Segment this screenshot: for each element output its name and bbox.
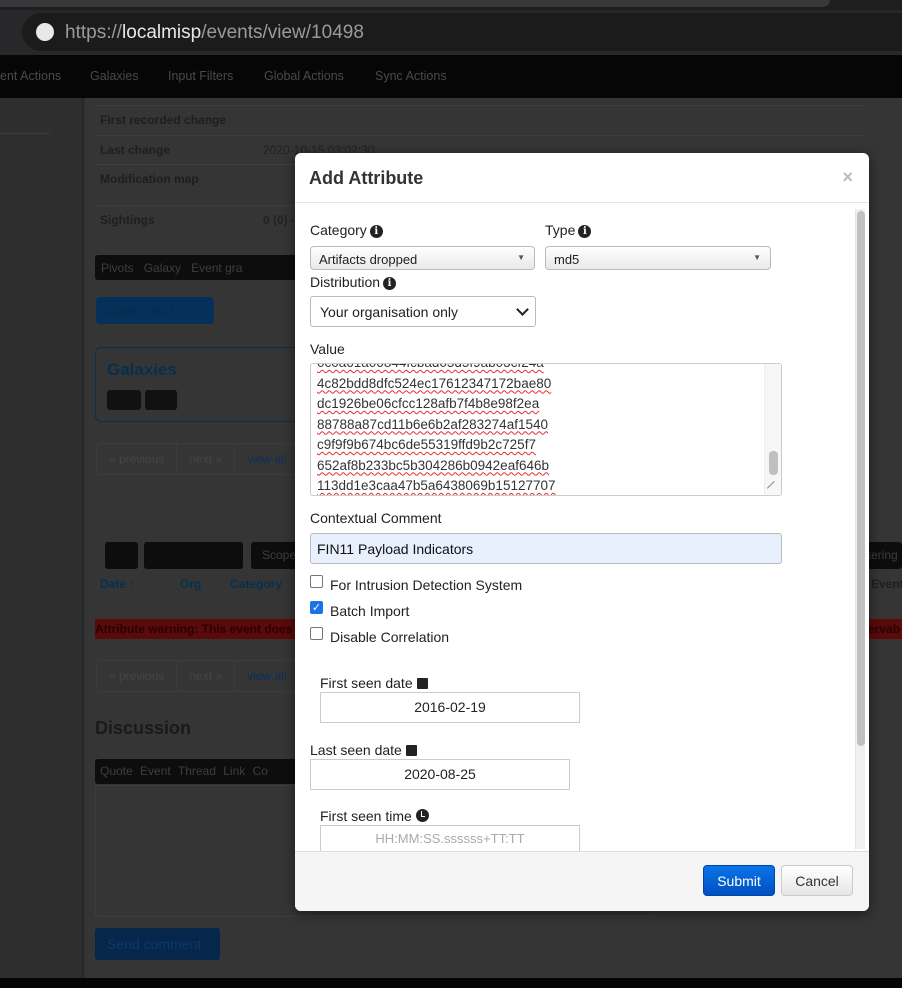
caret-down-icon: ▼	[753, 253, 761, 262]
disable-correlation-label: Disable Correlation	[330, 629, 450, 645]
col-org[interactable]: Org	[180, 577, 201, 591]
col-date[interactable]: Date ↑	[100, 577, 135, 591]
first-seen-time-input[interactable]: HH:MM:SS.ssssss+TT:TT	[320, 825, 580, 851]
value-textarea[interactable]: 0c0a61a06844fcbad05d5f9ab03cf24a4c82bdd8…	[310, 363, 782, 496]
add-user-galaxy-button[interactable]	[145, 390, 177, 410]
chevron-down-icon	[516, 303, 529, 316]
nav-global-actions[interactable]: Global Actions	[264, 69, 344, 83]
quote-button[interactable]: Quote	[100, 764, 133, 778]
modal-scrollbar[interactable]	[855, 209, 865, 849]
address-bar[interactable]: https://localmisp/events/view/10498	[22, 13, 902, 51]
modal-footer: Submit Cancel	[295, 851, 869, 911]
top-nav: ent Actions Galaxies Input Filters Globa…	[0, 55, 902, 98]
add-attribute-modal: Add Attribute × Category i Type i Artifact…	[295, 153, 869, 911]
info-icon[interactable]: i	[383, 277, 397, 290]
cancel-button[interactable]: Cancel	[781, 865, 853, 896]
nav-event-actions[interactable]: ent Actions	[0, 69, 61, 83]
link-button[interactable]: Link	[223, 764, 245, 778]
browser-toolbar: https://localmisp/events/view/10498	[0, 10, 902, 55]
url-prefix: https://	[65, 22, 123, 43]
value-scrollbar[interactable]	[764, 364, 781, 495]
clock-icon	[415, 809, 429, 822]
calendar-icon	[416, 678, 428, 689]
view-all-link[interactable]: view all	[235, 661, 300, 691]
col-category[interactable]: Category	[230, 577, 282, 591]
first-seen-date-input[interactable]: 2016-02-19	[320, 692, 580, 723]
discussion-toolbar: Quote Event Thread Link Co	[95, 759, 305, 784]
modal-title: Add Attribute	[309, 168, 424, 188]
globe-icon	[36, 23, 54, 41]
pivots-button[interactable]: Pivots	[101, 261, 134, 275]
thread-button[interactable]: Thread	[178, 764, 216, 778]
pager-top: « previous next » view all	[96, 443, 301, 475]
next-link[interactable]: next »	[177, 661, 236, 691]
previous-link[interactable]: « previous	[97, 444, 178, 474]
previous-link[interactable]: « previous	[97, 661, 178, 691]
discussion-title: Discussion	[95, 718, 192, 738]
event-button[interactable]: Event	[140, 764, 171, 778]
batch-import-label: Batch Import	[330, 603, 410, 619]
comment-label: Contextual Comment	[310, 510, 442, 526]
ids-label: For Intrusion Detection System	[330, 577, 523, 593]
submit-button[interactable]: Submit	[703, 865, 775, 896]
category-label: Category	[310, 222, 367, 238]
send-comment-button[interactable]: Send comment	[95, 928, 220, 960]
batch-import-checkbox[interactable]: ✓	[310, 601, 323, 614]
first-seen-time-label: First seen time	[320, 808, 412, 824]
distribution-label: Distribution	[310, 274, 381, 290]
nav-input-filters[interactable]: Input Filters	[168, 69, 233, 83]
sightings-label: Sightings	[100, 213, 155, 227]
browser-tabstrip	[0, 0, 902, 10]
code-button[interactable]: Co	[253, 764, 268, 778]
nav-sync-actions[interactable]: Sync Actions	[375, 69, 447, 83]
info-icon[interactable]: i	[369, 225, 383, 238]
scope-button[interactable]: Scope	[251, 542, 301, 569]
close-icon[interactable]: ×	[842, 167, 853, 188]
next-link[interactable]: next »	[177, 444, 236, 474]
sidebar	[0, 98, 84, 978]
calendar-icon	[405, 745, 417, 756]
last-seen-date-input[interactable]: 2020-08-25	[310, 759, 570, 790]
pager-bottom: « previous next » view all	[96, 660, 301, 692]
galaxy-button[interactable]: Galaxy	[144, 261, 181, 275]
col-event[interactable]: Event	[871, 577, 902, 591]
modal-body: Category i Type i Artifacts dropped ▼ md5 ▼ …	[295, 204, 869, 851]
pivot-tag[interactable]: 10498: FIN11	[96, 297, 214, 324]
last-seen-date-label: Last seen date	[310, 742, 402, 758]
nav-galaxies[interactable]: Galaxies	[90, 69, 139, 83]
category-select[interactable]: Artifacts dropped ▼	[310, 246, 535, 270]
galaxies-panel: Galaxies	[95, 347, 305, 422]
ids-checkbox[interactable]	[310, 575, 323, 588]
info-icon[interactable]: i	[578, 225, 592, 238]
caret-down-icon: ▼	[517, 253, 525, 262]
last-change-label: Last change	[100, 143, 171, 157]
resize-handle-icon	[766, 480, 781, 495]
type-label: Type	[545, 222, 576, 238]
value-label: Value	[310, 341, 345, 357]
sightings-value: 0 (0) -	[263, 213, 296, 227]
distribution-select[interactable]: Your organisation only	[310, 296, 536, 327]
disable-correlation-checkbox[interactable]	[310, 627, 323, 640]
add-attribute-button[interactable]	[105, 542, 138, 569]
first-recorded-change-label: First recorded change	[100, 113, 227, 127]
first-seen-date-label: First seen date	[320, 675, 413, 691]
add-galaxy-button[interactable]	[107, 390, 141, 410]
galaxies-title: Galaxies	[107, 360, 177, 379]
modification-map-label: Modification map	[100, 172, 199, 186]
list-actions-group[interactable]	[144, 542, 243, 569]
url-host: localmisp	[122, 22, 202, 43]
event-graph-button[interactable]: Event gra	[191, 261, 242, 275]
comment-input[interactable]: FIN11 Payload Indicators	[310, 533, 782, 564]
view-all-link[interactable]: view all	[235, 444, 300, 474]
event-toolbar: Pivots Galaxy Event gra	[95, 255, 305, 280]
type-select[interactable]: md5 ▼	[545, 246, 771, 270]
url-path: /events/view/10498	[201, 22, 364, 43]
